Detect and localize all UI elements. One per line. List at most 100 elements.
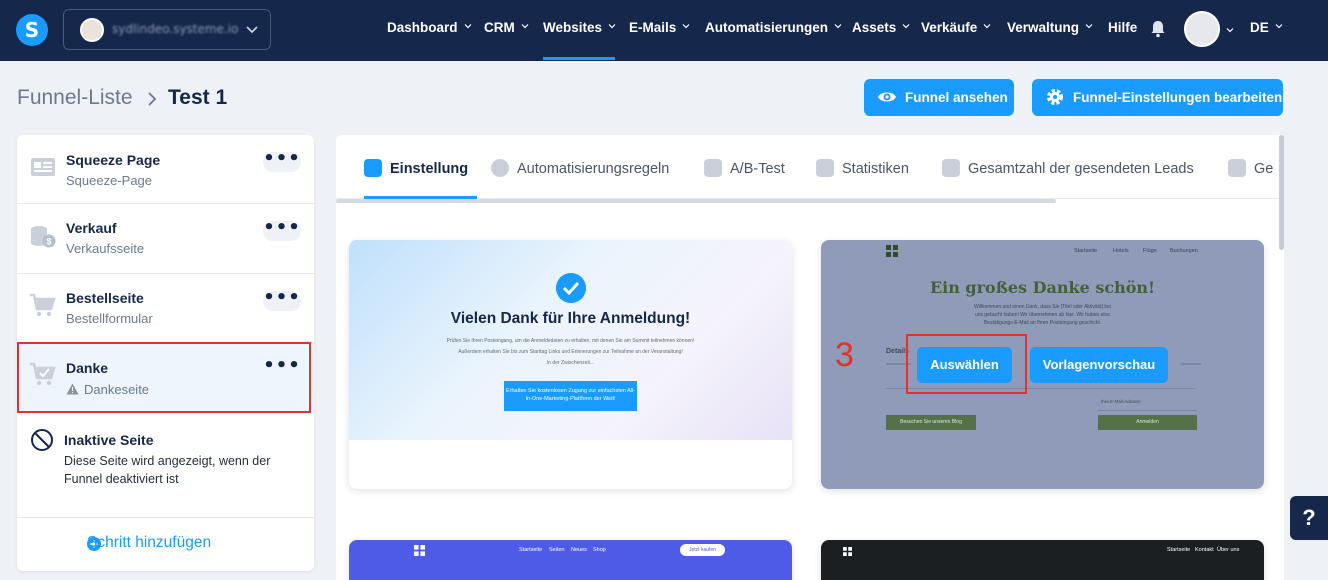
top-navigation-bar: S sydlindeo.systeme.io Dashboard CRM Web… — [0, 0, 1328, 61]
template-nav-item: Über uns — [1217, 547, 1240, 553]
template-card-shop[interactable]: Startseite Seiten Neues Shop Jetzt kaufe… — [349, 540, 792, 580]
template-nav-item: Shop — [593, 547, 606, 553]
preview-template-button[interactable]: Vorlagenvorschau — [1030, 347, 1168, 383]
breadcrumb-current: Test 1 — [168, 86, 228, 109]
nav-label: Assets — [852, 20, 897, 35]
chevron-down-icon — [464, 24, 471, 29]
annotation-highlight-box — [906, 334, 1027, 394]
chevron-down-icon — [902, 24, 910, 29]
nav-verwaltung[interactable]: Verwaltung — [1007, 20, 1093, 35]
template-heading: Vielen Dank für Ihre Anmeldung! — [450, 310, 691, 327]
add-step-button[interactable]: Schritt hinzufügen — [87, 534, 211, 552]
template-cta: Erhalten Sie kostenlosen Zugang zur einf… — [504, 381, 637, 411]
step-menu-button[interactable]: ••• — [263, 289, 301, 311]
gear-icon — [1047, 89, 1063, 105]
help-button[interactable]: ? — [1290, 496, 1328, 540]
nav-hilfe[interactable]: Hilfe — [1108, 20, 1137, 35]
tab-ge[interactable]: Ge — [1228, 159, 1273, 177]
view-funnel-label: Funnel ansehen — [905, 90, 1008, 105]
nav-label: Dashboard — [387, 20, 458, 35]
step-menu-button[interactable]: ••• — [263, 150, 301, 172]
step-menu-button[interactable]: ••• — [263, 219, 301, 241]
funnel-settings-button[interactable]: Funnel-Einstellungen bearbeiten — [1032, 79, 1283, 116]
template-card-thank-you-signup[interactable]: Vielen Dank für Ihre Anmeldung! Prüfen S… — [349, 240, 792, 489]
nav-emails[interactable]: E-Mails — [629, 20, 690, 35]
tab-label: Statistiken — [842, 161, 909, 177]
eye-icon — [878, 92, 896, 102]
nav-label: Hilfe — [1108, 20, 1138, 35]
bell-icon[interactable] — [1150, 20, 1166, 38]
form-icon — [31, 158, 55, 176]
nav-crm[interactable]: CRM — [484, 20, 529, 35]
chevron-down-icon — [834, 24, 842, 29]
chevron-down-icon[interactable] — [1226, 26, 1234, 34]
sliders-icon — [364, 159, 382, 177]
systeme-logo[interactable]: S — [16, 14, 48, 46]
chevron-down-icon — [682, 24, 690, 29]
template-card-dark[interactable]: Startseite Kontakt Über uns — [821, 540, 1264, 580]
chevron-down-icon — [1275, 24, 1283, 29]
template-text: uns gebucht haben! Wir übernehmen ab hie… — [974, 312, 1111, 318]
template-text-line — [1181, 363, 1201, 365]
annotation-highlight-box — [17, 342, 311, 413]
nav-dashboard[interactable]: Dashboard — [387, 20, 472, 35]
chevron-down-icon — [983, 24, 991, 29]
chevron-down-icon — [1085, 24, 1093, 29]
view-funnel-button[interactable]: Funnel ansehen — [864, 79, 1014, 116]
template-nav-item: Seiten — [549, 547, 565, 553]
nav-assets[interactable]: Assets — [852, 20, 910, 35]
template-blog-button: Besuchen Sie unseren Blog — [886, 415, 976, 430]
users-icon — [942, 159, 960, 177]
template-nav-item: Startseite — [1074, 248, 1098, 254]
tab-leads[interactable]: Gesamtzahl der gesendeten Leads — [942, 159, 1194, 177]
chevron-down-icon — [246, 26, 258, 34]
tab-scrollbar[interactable] — [336, 199, 1056, 203]
tab-label: Ge — [1254, 161, 1274, 177]
inactive-page-title[interactable]: Inaktive Seite — [64, 432, 154, 448]
nav-label: Automatisierungen — [705, 20, 829, 35]
step-subtitle: Verkaufsseite — [66, 241, 145, 256]
account-avatar — [80, 18, 104, 42]
template-text: In der Zwischenzeit... — [546, 360, 595, 366]
template-nav-item: Kontakt — [1195, 547, 1214, 553]
tab-einstellung[interactable]: Einstellung — [364, 159, 468, 177]
step-bestellseite[interactable]: Bestellseite Bestellformular ••• — [17, 274, 314, 343]
template-text: Außerdem erhalten Sie bis zum Starttag L… — [458, 349, 683, 355]
nav-websites[interactable]: Websites — [543, 20, 616, 35]
funnel-content-panel: Einstellung Automatisierungsregeln A/B-T… — [336, 135, 1284, 580]
nav-verkaeufe[interactable]: Verkäufe — [921, 20, 991, 35]
step-subtitle: Squeeze-Page — [66, 173, 153, 188]
step-title: Squeeze Page — [66, 152, 161, 168]
tab-statistiken[interactable]: Statistiken — [816, 159, 909, 177]
chevron-right-icon — [148, 92, 157, 106]
cart-icon — [30, 293, 56, 317]
template-preview: Vielen Dank für Ihre Anmeldung! Prüfen S… — [349, 240, 792, 440]
chart-icon — [816, 159, 834, 177]
svg-text:$: $ — [46, 237, 51, 247]
step-title: Bestellseite — [66, 290, 144, 306]
breadcrumb-funnel-list[interactable]: Funnel-Liste — [17, 86, 133, 110]
tab-bar: Einstellung Automatisierungsregeln A/B-T… — [336, 135, 1284, 199]
coins-icon: $ — [31, 226, 56, 248]
nav-label: Websites — [543, 20, 603, 35]
step-verkauf[interactable]: $ Verkauf Verkaufsseite ••• — [17, 204, 314, 274]
account-switcher[interactable]: sydlindeo.systeme.io — [63, 9, 271, 50]
tab-ab-test[interactable]: A/B-Test — [704, 159, 785, 177]
tab-label: Einstellung — [390, 161, 469, 177]
template-nav-item: Neues — [571, 547, 587, 553]
main-scrollbar[interactable] — [1279, 135, 1284, 250]
language-switcher[interactable]: DE — [1250, 20, 1283, 35]
active-nav-indicator — [543, 57, 615, 60]
tab-label: Automatisierungsregeln — [517, 161, 670, 177]
grid-logo-icon — [886, 245, 898, 257]
language-label: DE — [1250, 20, 1269, 35]
nav-automatisierungen[interactable]: Automatisierungen — [705, 20, 842, 35]
inactive-page-description: Diese Seite wird angezeigt, wenn der Fun… — [64, 454, 271, 486]
template-card-big-thanks[interactable]: Startseite Hotels Flüge Buchungen Ein gr… — [821, 240, 1264, 489]
annotation-number: 3 — [835, 336, 854, 374]
tab-label: A/B-Test — [730, 161, 785, 177]
step-squeeze-page[interactable]: Squeeze Page Squeeze-Page ••• — [17, 135, 314, 204]
tab-automatisierungsregeln[interactable]: Automatisierungsregeln — [491, 159, 669, 177]
user-avatar[interactable] — [1184, 11, 1220, 47]
no-entry-icon — [31, 429, 53, 451]
